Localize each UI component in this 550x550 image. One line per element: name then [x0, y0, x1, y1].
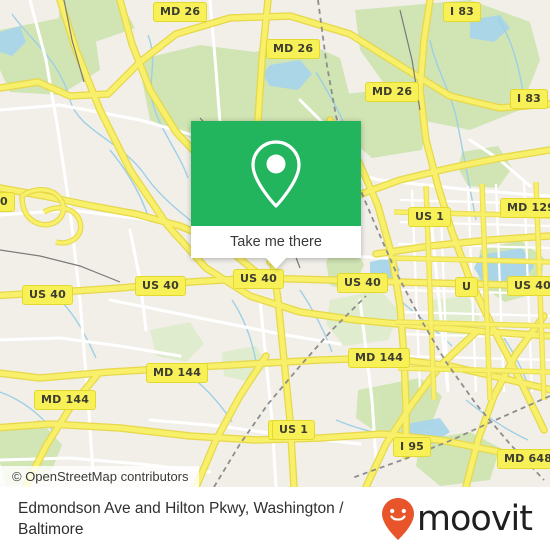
road-shield: MD 26 — [266, 39, 321, 59]
road-shield: MD 129 — [500, 198, 550, 218]
road-shield: I 95 — [393, 437, 432, 457]
attribution-text: © OpenStreetMap contributors — [12, 469, 189, 484]
road-shield: US 40 — [22, 285, 73, 305]
map-attribution[interactable]: © OpenStreetMap contributors — [0, 466, 199, 487]
map-pin-icon — [251, 139, 301, 208]
road-shield: U — [455, 277, 479, 297]
footer-bar: Edmondson Ave and Hilton Pkwy, Washingto… — [0, 487, 550, 550]
road-shield: MD 144 — [146, 363, 209, 383]
road-shield: US 1 — [272, 420, 316, 440]
callout-pointer-tail — [265, 257, 287, 269]
map-canvas[interactable]: MD 26 I 83 MD 26 MD 26 I 83 0 US 1 MD 129 US 40 U… — [0, 0, 550, 487]
road-shield: 0 — [0, 192, 15, 212]
road-shield: US 40 — [233, 269, 284, 289]
road-shield: MD 144 — [348, 348, 411, 368]
moovit-logo[interactable]: moovit — [381, 497, 536, 541]
moovit-wordmark: moovit — [416, 498, 533, 539]
road-shield: I 83 — [510, 89, 549, 109]
road-shield: I 83 — [443, 2, 482, 22]
callout-image-panel — [191, 121, 361, 226]
location-callout-card[interactable]: Take me there — [191, 121, 361, 269]
road-shield: US 40 — [337, 273, 388, 293]
road-shield: MD 26 — [365, 82, 420, 102]
road-shield: US 40 — [135, 276, 186, 296]
moovit-map-screen: MD 26 I 83 MD 26 MD 26 I 83 0 US 1 MD 129 US 40 U… — [0, 0, 550, 550]
location-title: Edmondson Ave and Hilton Pkwy, Washingto… — [18, 500, 344, 538]
road-shield: US 1 — [408, 207, 452, 227]
road-shield: MD 648 — [497, 449, 550, 469]
moovit-pin-smile-icon — [381, 498, 414, 540]
road-shield: MD 26 — [153, 2, 208, 22]
road-shield: US 40 — [507, 276, 550, 296]
road-shield: MD 144 — [34, 390, 97, 410]
take-me-there-button[interactable]: Take me there — [191, 226, 361, 258]
take-me-there-label: Take me there — [230, 234, 322, 250]
